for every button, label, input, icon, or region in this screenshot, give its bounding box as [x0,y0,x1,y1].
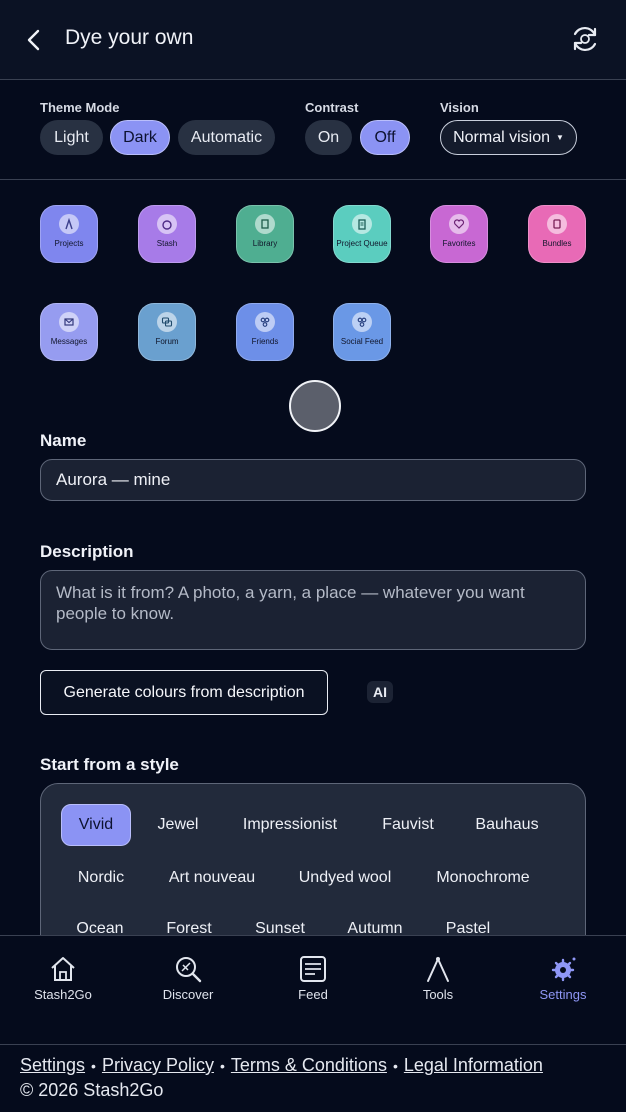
name-input[interactable]: Aurora — mine [40,459,586,501]
app-icon-label: Bundles [542,239,572,248]
page-title: Dye your own [65,26,194,49]
app-icon-label: Stash [156,239,178,248]
projects-icon [59,214,79,234]
app-icon-stash[interactable]: Stash [138,205,196,263]
theme-automatic-button[interactable]: Automatic [178,120,275,155]
bottom-navigation: Stash2Go Discover Feed Tools Settings [0,935,626,1045]
nav-item-settings[interactable]: Settings [513,954,613,1002]
style-chip-bauhaus[interactable]: Bauhaus [465,804,549,846]
vision-label: Vision [440,100,479,115]
app-icon-label: Friends [251,337,279,346]
style-chip-jewel[interactable]: Jewel [145,804,211,846]
discover-icon [176,957,202,983]
app-icon-forum[interactable]: Forum [138,303,196,361]
nav-item-discover[interactable]: Discover [138,954,238,1002]
app-icon-label: Social Feed [340,337,384,346]
nav-label: Discover [162,987,214,1002]
generate-colours-button[interactable]: Generate colours from description [40,670,328,715]
separator: • [91,1057,96,1074]
app-icon-project-queue[interactable]: Project Queue [333,205,391,263]
heart-icon [449,214,469,234]
style-chip-monochrome[interactable]: Monochrome [423,857,543,899]
bundle-icon [547,214,567,234]
back-arrow-icon[interactable] [18,24,50,56]
nav-label: Settings [539,987,587,1002]
contrast-on-button[interactable]: On [305,120,352,155]
footer-link-settings[interactable]: Settings [20,1055,85,1076]
nav-label: Stash2Go [34,987,92,1002]
chat-bubbles-icon [157,312,177,332]
app-icon-label: Library [252,239,278,248]
nav-item-stash2go[interactable]: Stash2Go [13,954,113,1002]
separator: • [219,1057,225,1074]
nav-label: Feed [298,987,328,1002]
feed-icon [300,956,326,982]
nav-item-feed[interactable]: Feed [263,954,363,1002]
app-icon-library[interactable]: Library [236,205,294,263]
refresh-icon[interactable] [568,22,602,56]
style-chip-art-nouveau[interactable]: Art nouveau [155,857,269,899]
style-chip-impressionist[interactable]: Impressionist [231,804,349,846]
home-icon [51,957,75,981]
app-icon-label: Projects [54,239,84,248]
top-bar: Dye your own [0,0,626,80]
name-label: Name [40,431,87,450]
contrast-label: Contrast [305,100,359,115]
separator: • [392,1057,398,1074]
app-icon-messages[interactable]: Messages [40,303,98,361]
nav-item-tools[interactable]: Tools [388,954,488,1002]
app-icon-bundles[interactable]: Bundles [528,205,586,263]
app-icon-label: Forum [155,337,179,346]
app-icon-friends[interactable]: Friends [236,303,294,361]
style-chip-undyed-wool[interactable]: Undyed wool [289,857,401,899]
copyright-text: © 2026 Stash2Go [20,1080,164,1100]
app-icon-label: Favorites [442,239,476,248]
description-label: Description [40,542,134,561]
footer-link-terms[interactable]: Terms & Conditions [231,1055,387,1076]
style-chip-fauvist[interactable]: Fauvist [369,804,447,846]
style-chip-vivid[interactable]: Vivid [61,804,131,846]
style-chip-panel: Vivid Jewel Impressionist Fauvist Bauhau… [40,783,586,953]
clipboard-icon [352,214,372,234]
caret-down-icon: ▼ [556,133,564,142]
app-icon-label: Messages [50,337,88,346]
social-feed-icon [352,312,372,332]
yarn-ball-icon [157,214,177,234]
theme-mode-label: Theme Mode [40,100,120,115]
app-icon-projects[interactable]: Projects [40,205,98,263]
style-chip-nordic[interactable]: Nordic [67,857,135,899]
nav-label: Tools [422,987,454,1002]
friends-icon [255,312,275,332]
contrast-off-button[interactable]: Off [360,120,410,155]
vision-selected-value: Normal vision [453,128,550,146]
tools-icon [427,956,449,982]
app-icon-favorites[interactable]: Favorites [430,205,488,263]
theme-light-button[interactable]: Light [40,120,103,155]
app-icon-label: Project Queue [336,239,388,248]
theme-dark-button[interactable]: Dark [110,120,170,155]
app-icon-social-feed[interactable]: Social Feed [333,303,391,361]
description-input[interactable]: What is it from? A photo, a yarn, a plac… [40,570,586,650]
footer: Settings • Privacy Policy • Terms & Cond… [20,1055,620,1101]
ai-badge: AI [367,681,393,703]
footer-link-legal[interactable]: Legal Information [404,1055,543,1076]
footer-link-privacy-policy[interactable]: Privacy Policy [102,1055,214,1076]
mail-icon [59,312,79,332]
settings-icon [551,957,576,982]
colour-swatch[interactable] [289,380,341,432]
style-section-label: Start from a style [40,755,179,774]
appearance-controls: Theme Mode Light Dark Automatic Contrast… [0,80,626,180]
vision-select[interactable]: Normal vision ▼ [440,120,577,155]
book-icon [255,214,275,234]
